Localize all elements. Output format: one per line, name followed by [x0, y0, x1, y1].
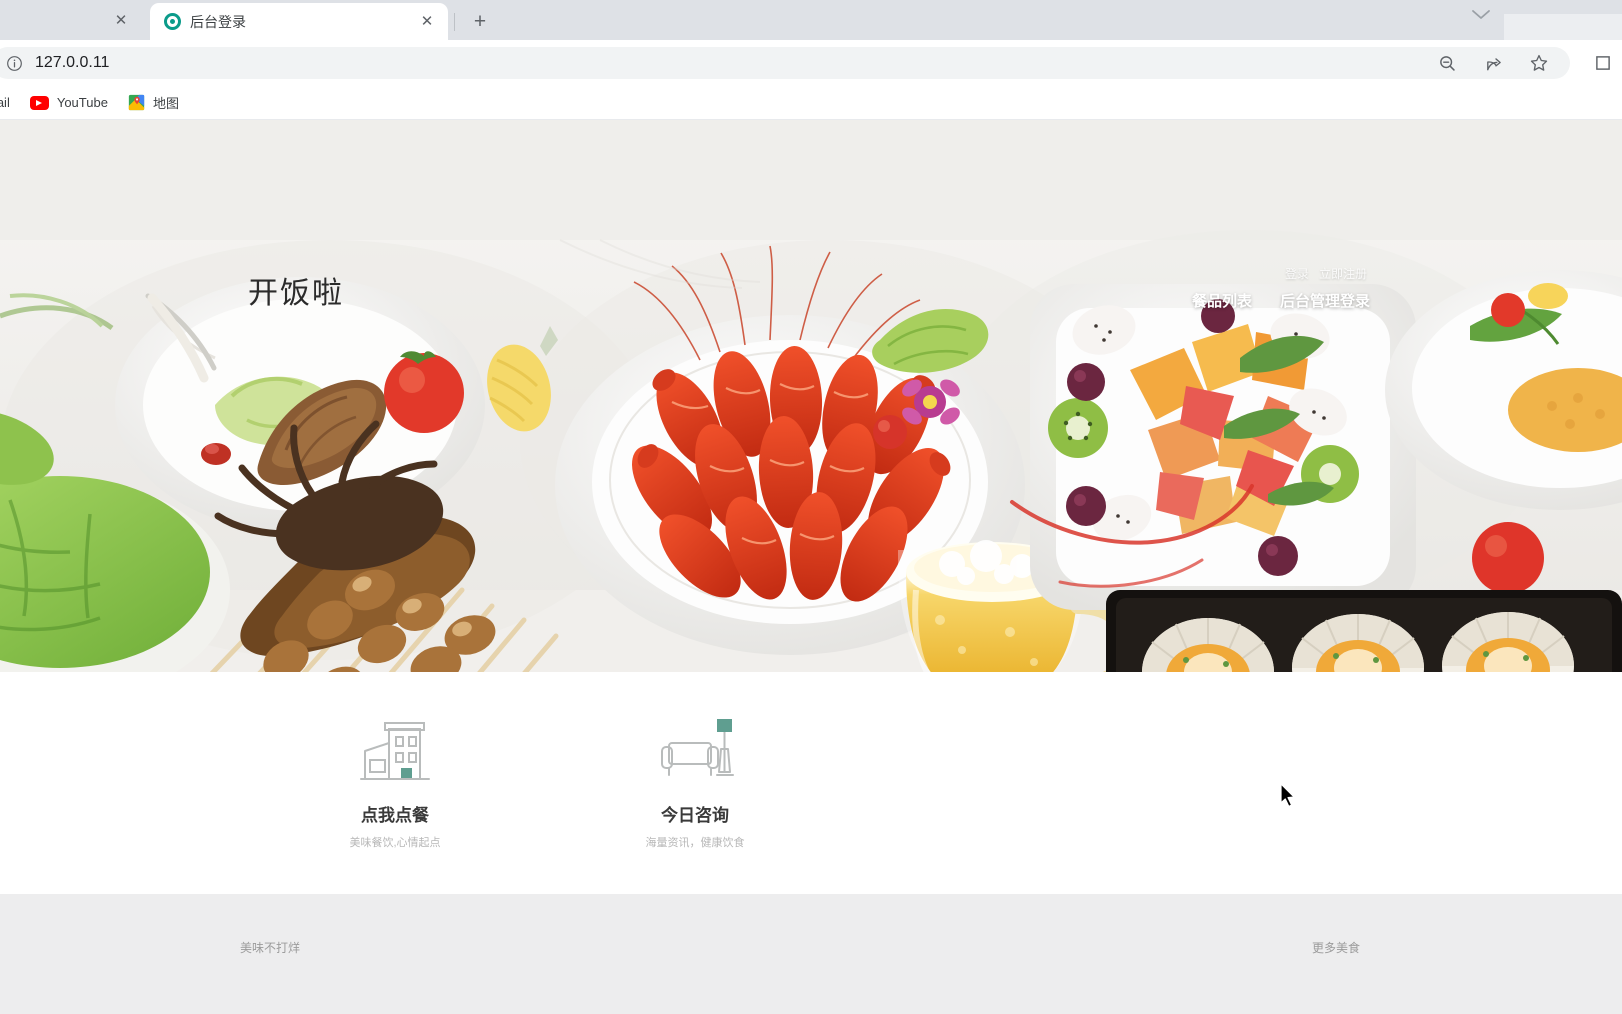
hero-food-photo — [0, 120, 1622, 672]
share-icon[interactable] — [1482, 52, 1504, 74]
site-brand-title: 开饭啦 — [248, 276, 344, 311]
site-info-icon[interactable] — [6, 55, 23, 72]
nav-item-menu-list[interactable]: 餐品列表 — [1192, 290, 1252, 311]
tab-title: 后台登录 — [190, 13, 246, 30]
zoom-out-icon[interactable] — [1436, 52, 1458, 74]
bookmarks-bar: mail YouTube 地图 — [0, 86, 1622, 120]
bookmark-gmail[interactable]: mail — [0, 95, 10, 110]
google-maps-icon — [128, 94, 145, 111]
chevron-down-icon[interactable] — [1458, 0, 1504, 40]
window-controls-area — [1504, 14, 1622, 40]
bookmark-label: mail — [0, 95, 10, 110]
bookmark-star-icon[interactable] — [1528, 52, 1550, 74]
register-link[interactable]: 立即注册 — [1319, 265, 1367, 282]
hero-nav: 餐品列表 后台管理登录 — [1192, 290, 1370, 311]
page-footer: 美味不打烊 更多美食 — [0, 894, 1622, 1014]
features-section: 点我点餐 美味餐饮,心情起点 今日咨询 海量资讯，健康饮食 — [0, 672, 1622, 891]
footer-right-text[interactable]: 更多美食 — [1312, 939, 1360, 956]
new-tab-button[interactable]: + — [465, 6, 495, 36]
feature-title: 点我点餐 — [361, 806, 429, 825]
browser-toolbar: 127.0.0.11 — [0, 40, 1622, 86]
feature-desc: 美味餐饮,心情起点 — [349, 837, 441, 849]
page-viewport: 开饭啦 登录 立即注册 餐品列表 后台管理登录 点我点餐 美味餐饮,心情起点 今… — [0, 120, 1622, 1014]
bookmark-label: YouTube — [56, 95, 108, 110]
url-text[interactable]: 127.0.0.11 — [35, 54, 1424, 72]
tab-divider — [454, 13, 455, 31]
hero-banner: 开饭啦 登录 立即注册 餐品列表 后台管理登录 — [0, 120, 1622, 672]
footer-left-text: 美味不打烊 — [240, 941, 301, 955]
feature-title: 今日咨询 — [661, 806, 729, 825]
feature-card-news[interactable]: 今日咨询 海量资讯，健康饮食 — [635, 713, 755, 850]
tab-close-icon[interactable]: ✕ — [110, 9, 132, 31]
square-extension-icon[interactable] — [1592, 52, 1614, 74]
tab-close-icon[interactable]: ✕ — [416, 11, 438, 33]
footer-inner: 美味不打烊 更多美食 — [0, 939, 1622, 1014]
youtube-icon — [29, 95, 49, 110]
teal-ring-icon — [164, 13, 181, 30]
omnibox-actions — [1436, 52, 1556, 74]
tab-active[interactable]: 后台登录 ✕ — [150, 3, 448, 40]
feature-desc: 海量资讯，健康饮食 — [645, 837, 745, 849]
bookmark-youtube[interactable]: YouTube — [29, 95, 108, 110]
bookmark-maps[interactable]: 地图 — [128, 93, 179, 112]
tab-previous-partial[interactable]: ✕ — [0, 0, 150, 40]
bookmark-label: 地图 — [152, 96, 179, 111]
feature-card-order[interactable]: 点我点餐 美味餐饮,心情起点 — [335, 713, 455, 850]
nav-item-admin-login[interactable]: 后台管理登录 — [1280, 290, 1370, 311]
address-bar[interactable]: 127.0.0.11 — [0, 47, 1570, 79]
building-icon — [356, 713, 434, 785]
tab-strip: ✕ 后台登录 ✕ + — [0, 0, 1622, 40]
browser-window: ✕ 后台登录 ✕ + 127.0.0.11 ail YouTube 地图 开饭啦… — [0, 0, 1622, 1014]
sofa-lamp-icon — [655, 713, 735, 785]
hero-auth-links: 登录 立即注册 — [1285, 265, 1367, 282]
login-link[interactable]: 登录 — [1285, 265, 1309, 282]
